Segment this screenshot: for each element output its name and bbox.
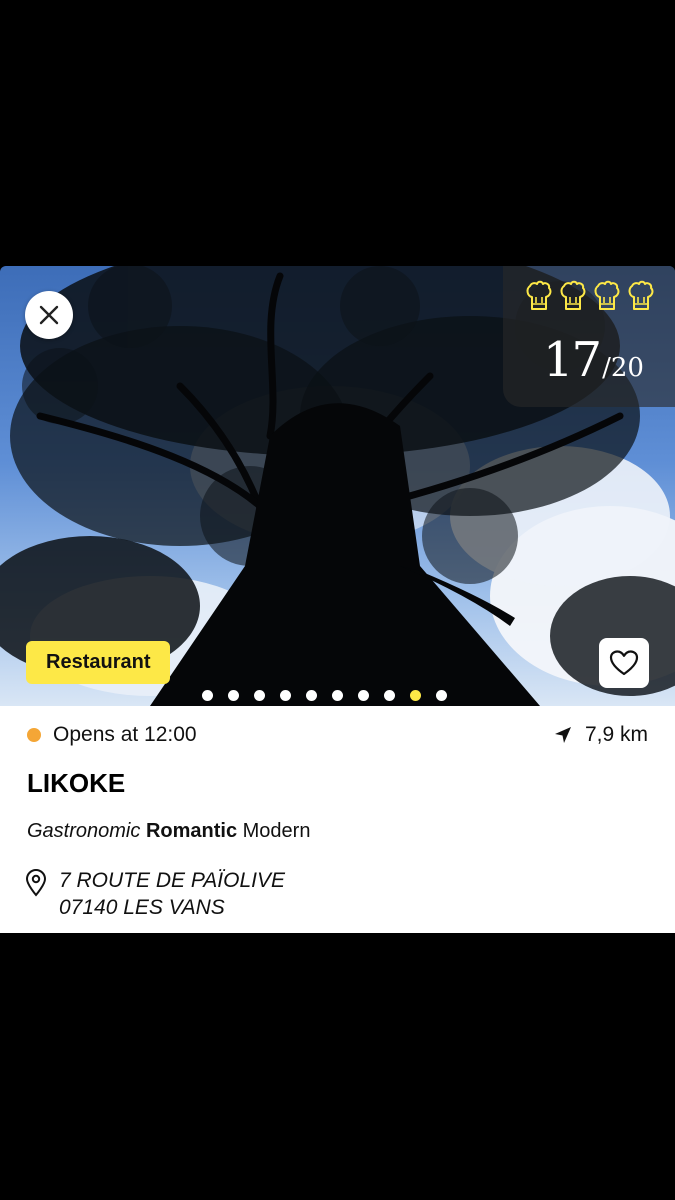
favorite-button[interactable] bbox=[599, 638, 649, 688]
carousel-dot[interactable] bbox=[202, 690, 213, 701]
carousel-indicator[interactable] bbox=[202, 690, 447, 701]
score-value: 17 bbox=[543, 332, 602, 388]
address-line-1: 7 ROUTE DE PAÏOLIVE bbox=[59, 869, 286, 892]
photo-carousel[interactable]: 17/20 Restaurant bbox=[0, 266, 675, 706]
address[interactable]: 7 ROUTE DE PAÏOLIVE 07140 LES VANS bbox=[25, 867, 285, 921]
carousel-dot[interactable] bbox=[436, 690, 447, 701]
rating-box: 17/20 bbox=[503, 266, 675, 407]
score: 17/20 bbox=[543, 332, 644, 388]
carousel-dot[interactable] bbox=[306, 690, 317, 701]
category-badge: Restaurant bbox=[26, 641, 171, 684]
carousel-dot[interactable] bbox=[280, 690, 291, 701]
chef-hat-icon bbox=[627, 278, 655, 312]
carousel-dot[interactable] bbox=[254, 690, 265, 701]
carousel-dot[interactable] bbox=[358, 690, 369, 701]
restaurant-name: LIKOKE bbox=[27, 768, 126, 798]
close-button[interactable] bbox=[25, 291, 73, 339]
tag-romantic: Romantic bbox=[145, 820, 238, 842]
close-icon bbox=[39, 305, 59, 325]
restaurant-card[interactable]: 17/20 Restaurant Opens at 12:00 7,9 km L… bbox=[0, 266, 675, 933]
opening-status-text: Opens at 12:00 bbox=[53, 723, 197, 746]
heart-icon bbox=[609, 650, 639, 676]
chef-hat-icon bbox=[525, 278, 553, 312]
toque-rating bbox=[525, 278, 655, 312]
distance-text: 7,9 km bbox=[584, 723, 648, 746]
opening-status: Opens at 12:00 bbox=[27, 723, 197, 747]
tag-gastronomic: Gastronomic bbox=[27, 820, 141, 842]
restaurant-info: Opens at 12:00 7,9 km LIKOKE Gastronomic… bbox=[0, 706, 675, 933]
address-line-2: 07140 LES VANS bbox=[59, 896, 225, 919]
status-dot bbox=[27, 728, 41, 742]
restaurant-tags: Gastronomic Romantic Modern bbox=[27, 820, 310, 843]
carousel-dot[interactable] bbox=[228, 690, 239, 701]
map-pin-icon bbox=[25, 869, 47, 897]
carousel-dot[interactable] bbox=[384, 690, 395, 701]
score-max: /20 bbox=[602, 353, 644, 383]
carousel-dot[interactable] bbox=[332, 690, 343, 701]
carousel-dot[interactable] bbox=[410, 690, 421, 701]
chef-hat-icon bbox=[559, 278, 587, 312]
tag-modern: Modern bbox=[242, 820, 311, 842]
distance: 7,9 km bbox=[553, 723, 648, 747]
navigation-arrow-icon bbox=[554, 727, 571, 743]
chef-hat-icon bbox=[593, 278, 621, 312]
